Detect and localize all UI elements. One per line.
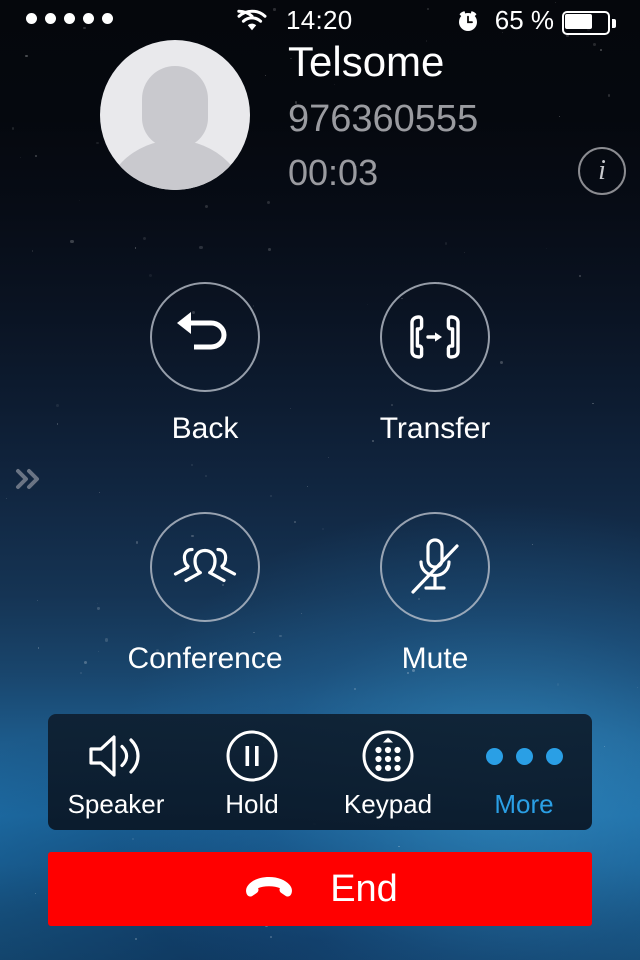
end-call-button[interactable]: End	[48, 852, 592, 926]
action-label: Mute	[401, 642, 469, 675]
group-people-icon	[150, 512, 260, 622]
signal-strength-dots	[26, 13, 113, 24]
signal-dot	[64, 13, 75, 24]
signal-dot	[83, 13, 94, 24]
double-chevron-right-icon[interactable]	[12, 462, 46, 496]
wifi-icon	[237, 9, 267, 39]
more-dot	[485, 747, 503, 765]
action-label: Transfer	[379, 412, 491, 445]
alarm-clock-icon	[456, 9, 480, 40]
signal-dot	[26, 13, 37, 24]
toolbar-item-keypad[interactable]: Keypad	[320, 714, 456, 830]
hang-up-handset-icon	[242, 873, 296, 906]
toolbar-label: Keypad	[343, 789, 433, 819]
undo-arrow-icon	[150, 282, 260, 392]
three-dots-icon	[485, 729, 563, 783]
toolbar-item-more[interactable]: More	[456, 714, 592, 830]
action-conference[interactable]: Conference	[90, 512, 320, 676]
toolbar-label: Hold	[225, 789, 279, 819]
pause-circle-icon	[225, 729, 279, 783]
info-glyph: i	[598, 155, 606, 186]
call-screen: 14:20 65 % Telsome 976360555 00:03 i Bac…	[0, 0, 640, 960]
signal-dot	[102, 13, 113, 24]
dialpad-icon	[361, 729, 415, 783]
status-clock: 14:20	[286, 5, 353, 35]
microphone-muted-icon	[380, 512, 490, 622]
battery-percent-label: 65 %	[494, 5, 554, 35]
contact-avatar	[100, 40, 250, 190]
contact-phone-number: 976360555	[288, 98, 479, 140]
action-transfer[interactable]: Transfer	[320, 282, 550, 446]
end-call-label: End	[330, 868, 398, 910]
contact-name: Telsome	[288, 38, 445, 85]
toolbar-item-speaker[interactable]: Speaker	[48, 714, 184, 830]
call-duration: 00:03	[288, 152, 379, 193]
action-label: Conference	[127, 642, 283, 675]
more-dot	[545, 747, 563, 765]
toolbar-label: Speaker	[67, 789, 165, 819]
info-icon[interactable]: i	[578, 147, 626, 195]
toolbar-item-hold[interactable]: Hold	[184, 714, 320, 830]
call-transfer-icon	[380, 282, 490, 392]
action-mute[interactable]: Mute	[320, 512, 550, 676]
status-bar: 14:20 65 %	[0, 0, 640, 40]
speaker-icon	[87, 729, 145, 783]
more-dot	[515, 747, 533, 765]
action-back[interactable]: Back	[90, 282, 320, 446]
signal-dot	[45, 13, 56, 24]
toolbar-label: More	[494, 789, 554, 819]
battery-icon	[562, 11, 616, 35]
call-toolbar: Speaker Hold Keypad More	[48, 714, 592, 830]
action-label: Back	[171, 412, 239, 445]
